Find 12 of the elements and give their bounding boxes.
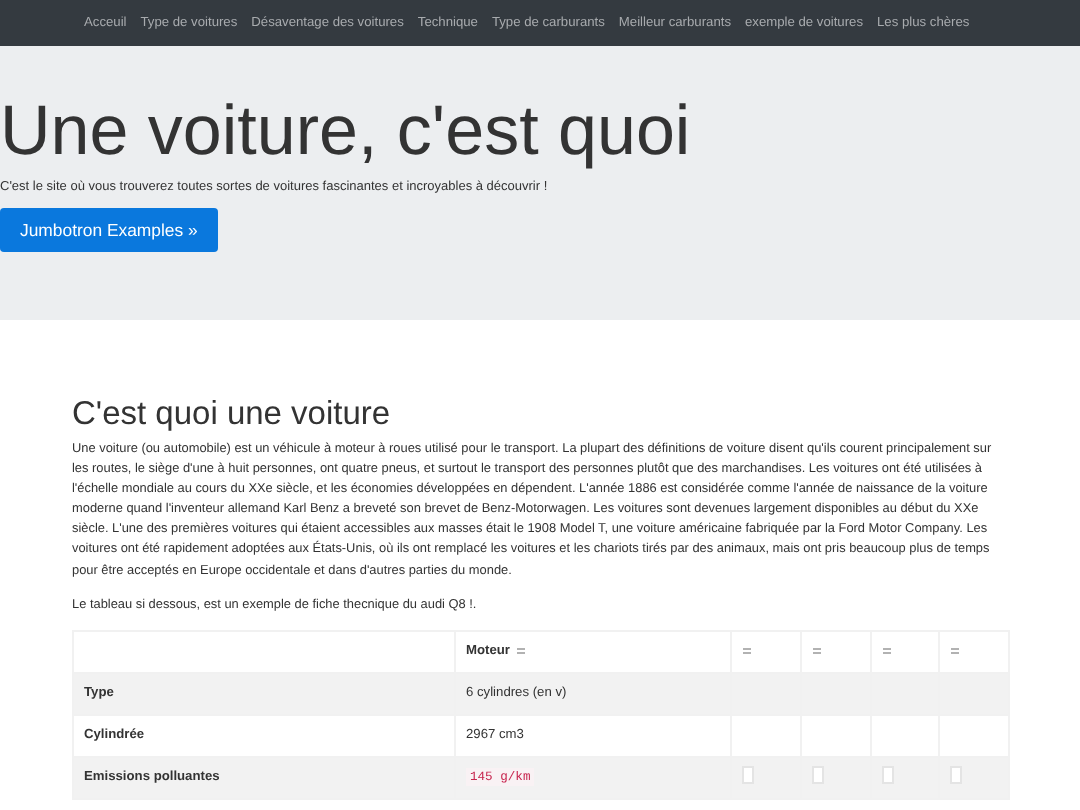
sort-icon[interactable] xyxy=(515,646,526,657)
section-heading: C'est quoi une voiture xyxy=(72,396,393,434)
sort-icon[interactable] xyxy=(742,646,752,657)
empty-code-mark xyxy=(950,766,963,785)
empty-code-mark xyxy=(881,766,893,785)
empty-code-mark xyxy=(811,766,824,785)
sort-icon[interactable] xyxy=(811,646,822,657)
sort-icon[interactable] xyxy=(950,646,961,657)
page-title: Une voiture, c'est quoi xyxy=(0,94,691,171)
sort-icon[interactable] xyxy=(881,646,891,657)
jumbotron-button[interactable]: Jumbotron Examples » xyxy=(0,207,218,251)
empty-code-mark xyxy=(742,766,754,785)
